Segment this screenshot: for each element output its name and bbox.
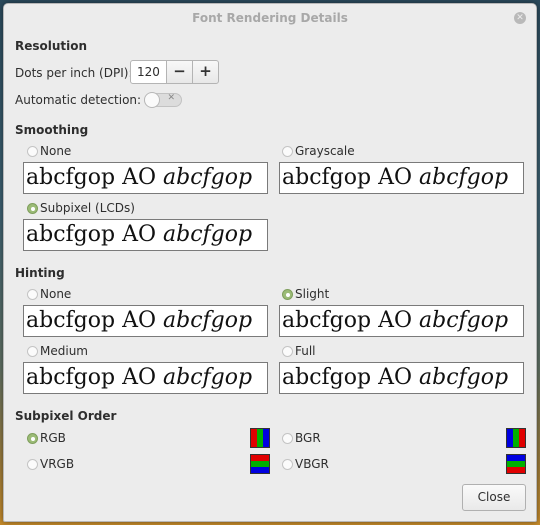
preview-italic-text: abcfgop <box>419 165 509 190</box>
title-bar[interactable]: Font Rendering Details ✕ <box>4 4 536 32</box>
window-close-icon[interactable]: ✕ <box>514 12 526 24</box>
preview-italic-text: abcfgop <box>163 165 253 190</box>
subpixel-stripe <box>251 467 269 473</box>
smoothing-heading: Smoothing <box>15 123 89 137</box>
hinting-slight-preview: abcfgop AO abcfgop <box>279 305 524 337</box>
dpi-increase-button[interactable]: + <box>192 60 219 84</box>
subpixel-vrgb-radio[interactable] <box>27 459 38 470</box>
dpi-label: Dots per inch (DPI): <box>15 66 133 80</box>
switch-off-icon: ✕ <box>167 93 175 103</box>
subpixel-vbgr-radio[interactable] <box>282 459 293 470</box>
subpixel-stripe <box>519 429 525 447</box>
hinting-full-preview: abcfgop AO abcfgop <box>279 362 524 394</box>
smoothing-none-label[interactable]: None <box>40 144 71 158</box>
hinting-full-radio[interactable] <box>282 346 293 357</box>
hinting-slight-label[interactable]: Slight <box>295 287 329 301</box>
close-button[interactable]: Close <box>462 484 526 511</box>
preview-italic-text: abcfgop <box>163 365 253 390</box>
hinting-heading: Hinting <box>15 266 65 280</box>
automatic-detection-label: Automatic detection: <box>15 93 142 107</box>
preview-italic-text: abcfgop <box>163 308 253 333</box>
font-rendering-dialog: Font Rendering Details ✕ Resolution Dots… <box>3 3 537 522</box>
preview-regular-text: abcfgop AO <box>26 222 156 247</box>
preview-regular-text: abcfgop AO <box>26 365 156 390</box>
smoothing-grayscale-radio[interactable] <box>282 146 293 157</box>
automatic-detection-switch[interactable]: ✕ <box>144 92 182 108</box>
subpixel-stripe <box>263 429 269 447</box>
vbgr-order-icon <box>506 454 526 474</box>
hinting-medium-radio[interactable] <box>27 346 38 357</box>
vrgb-order-icon <box>250 454 270 474</box>
hinting-medium-label[interactable]: Medium <box>40 344 88 358</box>
dpi-input[interactable]: 120 <box>130 60 167 84</box>
smoothing-subpixel-radio[interactable] <box>27 203 38 214</box>
preview-regular-text: abcfgop AO <box>26 308 156 333</box>
subpixel-bgr-label[interactable]: BGR <box>295 431 321 445</box>
hinting-none-preview: abcfgop AO abcfgop <box>23 305 268 337</box>
switch-knob <box>144 92 160 108</box>
smoothing-none-preview: abcfgop AO abcfgop <box>23 162 268 194</box>
preview-regular-text: abcfgop AO <box>282 365 412 390</box>
window-title: Font Rendering Details <box>192 11 348 25</box>
smoothing-subpixel-preview: abcfgop AO abcfgop <box>23 219 268 251</box>
hinting-none-label[interactable]: None <box>40 287 71 301</box>
subpixel-vbgr-label[interactable]: VBGR <box>295 457 329 471</box>
smoothing-none-radio[interactable] <box>27 146 38 157</box>
preview-italic-text: abcfgop <box>419 365 509 390</box>
smoothing-subpixel-label[interactable]: Subpixel (LCDs) <box>40 201 135 215</box>
subpixel-rgb-radio[interactable] <box>27 433 38 444</box>
preview-italic-text: abcfgop <box>163 222 253 247</box>
subpixel-bgr-radio[interactable] <box>282 433 293 444</box>
resolution-heading: Resolution <box>15 39 88 53</box>
smoothing-grayscale-label[interactable]: Grayscale <box>295 144 355 158</box>
dpi-decrease-button[interactable]: − <box>166 60 193 84</box>
smoothing-grayscale-preview: abcfgop AO abcfgop <box>279 162 524 194</box>
bgr-order-icon <box>506 428 526 448</box>
hinting-none-radio[interactable] <box>27 289 38 300</box>
subpixel-vrgb-label[interactable]: VRGB <box>40 457 74 471</box>
preview-italic-text: abcfgop <box>419 308 509 333</box>
subpixel-order-heading: Subpixel Order <box>15 409 117 423</box>
hinting-full-label[interactable]: Full <box>295 344 316 358</box>
subpixel-rgb-label[interactable]: RGB <box>40 431 66 445</box>
rgb-order-icon <box>250 428 270 448</box>
hinting-medium-preview: abcfgop AO abcfgop <box>23 362 268 394</box>
subpixel-stripe <box>507 467 525 473</box>
preview-regular-text: abcfgop AO <box>282 308 412 333</box>
preview-regular-text: abcfgop AO <box>26 165 156 190</box>
preview-regular-text: abcfgop AO <box>282 165 412 190</box>
hinting-slight-radio[interactable] <box>282 289 293 300</box>
